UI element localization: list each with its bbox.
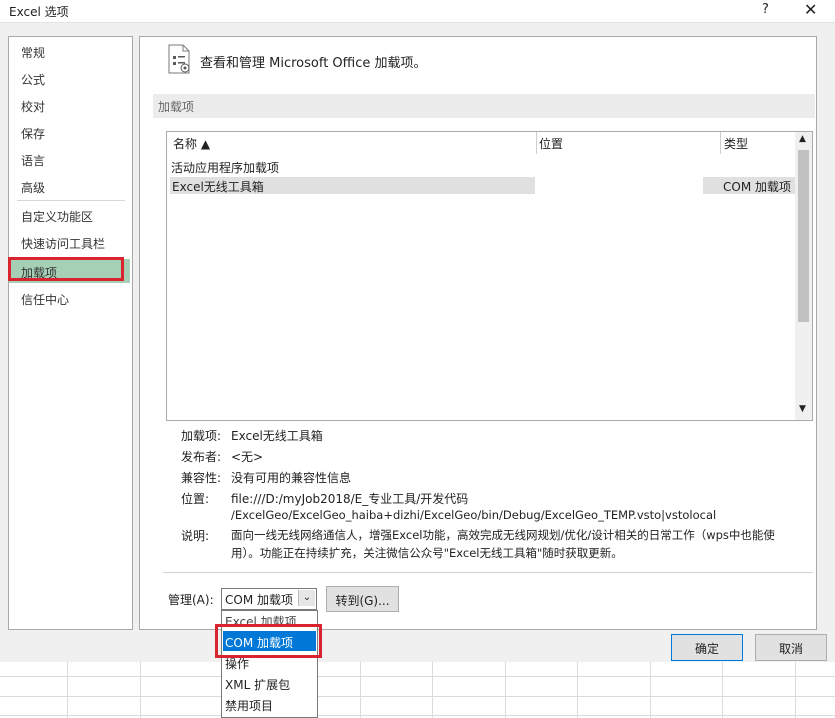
list-group-label: 活动应用程序加载项 (171, 161, 280, 175)
grid-line (577, 662, 578, 718)
grid-line (140, 662, 141, 718)
close-icon[interactable]: ✕ (804, 0, 817, 19)
detail-location-line1: file:///D:/myJob2018/E_专业工具/开发代码 (231, 492, 469, 506)
detail-desc-line1: 面向一线无线网络通信人，增强Excel功能，高效完成无线网规划/优化/设计相关的… (231, 528, 775, 542)
grid-line (795, 662, 796, 718)
title-bar: Excel 选项 ? ✕ (0, 0, 835, 22)
manage-select[interactable]: COM 加载项 ⌄ (221, 588, 317, 610)
detail-desc-label: 说明: (181, 529, 210, 543)
highlight-box-dropdown (215, 624, 322, 658)
detail-addin-label: 加载项: (181, 429, 222, 443)
ok-button-label: 确定 (694, 642, 719, 656)
detail-compat-label: 兼容性: (181, 471, 222, 485)
column-header-type[interactable]: 类型 (724, 135, 748, 152)
highlight-box-nav (8, 257, 124, 281)
goto-button[interactable]: 转到(G)... (326, 586, 399, 612)
cancel-button[interactable]: 取消 (755, 634, 827, 661)
detail-addin-value: Excel无线工具箱 (231, 429, 323, 443)
worksheet-background (0, 662, 835, 718)
column-header-location[interactable]: 位置 (539, 135, 563, 152)
detail-desc-line2: 用）。功能正在持续扩充，关注微信公众号"Excel无线工具箱"随时获取更新。 (231, 546, 623, 560)
nav-divider (17, 200, 125, 201)
section-header: 加载项 (153, 94, 815, 118)
ok-button[interactable]: 确定 (671, 634, 743, 661)
cancel-button-label: 取消 (778, 642, 803, 656)
grid-line (722, 662, 723, 718)
manage-label: 管理(A): (168, 593, 214, 607)
panel-divider (163, 572, 813, 573)
scroll-down-icon[interactable]: ▼ (799, 404, 806, 414)
dropdown-option-xml-packs[interactable]: XML 扩展包 (225, 676, 290, 693)
grid-line (0, 715, 835, 716)
column-header-name[interactable]: 名称 ▲ (173, 135, 210, 152)
grid-line (432, 662, 433, 718)
nav-item-general[interactable]: 常规 (21, 44, 45, 61)
nav-item-save[interactable]: 保存 (21, 125, 45, 142)
list-row-name[interactable]: Excel无线工具箱 (172, 178, 264, 195)
scrollbar-thumb[interactable] (798, 150, 809, 322)
scroll-up-icon[interactable]: ▲ (799, 134, 806, 144)
detail-compat-value: 没有可用的兼容性信息 (231, 471, 352, 485)
goto-button-label: 转到(G)... (335, 594, 390, 608)
nav-item-trust-center[interactable]: 信任中心 (21, 291, 69, 308)
grid-line (0, 696, 835, 697)
nav-item-formulas[interactable]: 公式 (21, 71, 45, 88)
addins-icon (166, 44, 192, 74)
nav-item-proofing[interactable]: 校对 (21, 98, 45, 115)
detail-publisher-label: 发布者: (181, 450, 222, 464)
list-row-type[interactable]: COM 加载项 (723, 178, 791, 195)
panel-heading: 查看和管理 Microsoft Office 加载项。 (200, 56, 427, 71)
window-title: Excel 选项 (9, 5, 69, 19)
nav-item-customize-ribbon[interactable]: 自定义功能区 (21, 208, 93, 225)
dropdown-option-disabled-items[interactable]: 禁用项目 (225, 697, 273, 714)
column-divider (720, 132, 721, 154)
addins-list[interactable]: 名称 ▲ 位置 类型 活动应用程序加载项 Excel无线工具箱 COM 加载项 … (166, 131, 813, 421)
chevron-down-icon[interactable]: ⌄ (298, 590, 315, 606)
section-title: 加载项 (158, 100, 195, 114)
options-nav: 常规 公式 校对 保存 语言 高级 自定义功能区 快速访问工具栏 加载项 信任中… (8, 36, 133, 630)
grid-line (360, 662, 361, 718)
column-divider (536, 132, 537, 154)
detail-location-label: 位置: (181, 492, 210, 506)
grid-line (0, 676, 835, 677)
grid-line (650, 662, 651, 718)
grid-line (67, 662, 68, 718)
nav-item-language[interactable]: 语言 (21, 152, 45, 169)
manage-selected-value: COM 加载项 (225, 593, 293, 607)
nav-item-quick-access[interactable]: 快速访问工具栏 (21, 235, 105, 252)
grid-line (505, 662, 506, 718)
help-icon[interactable]: ? (762, 2, 769, 17)
detail-publisher-value: <无> (231, 450, 264, 464)
detail-location-line2: /ExcelGeo/ExcelGeo_haiba+dizhi/ExcelGeo/… (231, 508, 717, 522)
nav-item-advanced[interactable]: 高级 (21, 179, 45, 196)
